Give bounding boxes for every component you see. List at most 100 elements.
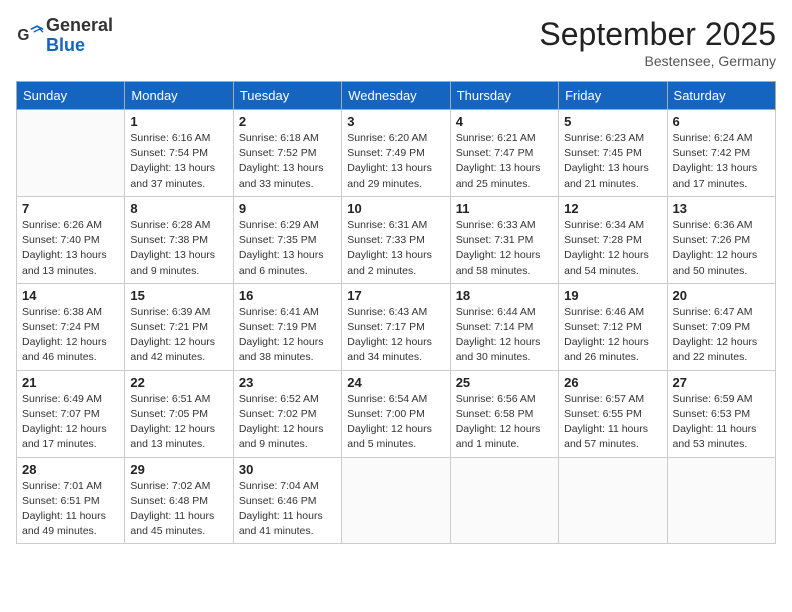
calendar-day-cell: 19Sunrise: 6:46 AMSunset: 7:12 PMDayligh…	[559, 283, 667, 370]
day-of-week-header: Monday	[125, 82, 233, 110]
day-details: Sunrise: 6:47 AMSunset: 7:09 PMDaylight:…	[673, 305, 770, 366]
day-details: Sunrise: 6:43 AMSunset: 7:17 PMDaylight:…	[347, 305, 444, 366]
calendar-day-cell: 30 Sunrise: 7:04 AMSunset: 6:46 PMDayligh…	[233, 457, 341, 544]
day-number: 17	[347, 288, 444, 303]
calendar-day-cell: 29 Sunrise: 7:02 AMSunset: 6:48 PMDayligh…	[125, 457, 233, 544]
day-number: 7	[22, 201, 119, 216]
day-details: Sunrise: 6:49 AMSunset: 7:07 PMDaylight:…	[22, 392, 119, 453]
calendar-day-cell: 10 Sunrise: 6:31 AMSunset: 7:33 PMDayligh…	[342, 196, 450, 283]
day-details: Sunrise: 6:29 AMSunset: 7:35 PMDaylight:…	[239, 218, 336, 279]
day-number: 5	[564, 114, 661, 129]
day-details: Sunrise: 6:39 AMSunset: 7:21 PMDaylight:…	[130, 305, 227, 366]
calendar-day-cell: 14Sunrise: 6:38 AMSunset: 7:24 PMDayligh…	[17, 283, 125, 370]
calendar-day-cell: 17 Sunrise: 6:43 AMSunset: 7:17 PMDayligh…	[342, 283, 450, 370]
day-details: Sunrise: 6:38 AMSunset: 7:24 PMDaylight:…	[22, 305, 119, 366]
day-details: Sunrise: 6:31 AMSunset: 7:33 PMDaylight:…	[347, 218, 444, 279]
calendar-header-row: SundayMondayTuesdayWednesdayThursdayFrid…	[17, 82, 776, 110]
location-subtitle: Bestensee, Germany	[539, 53, 776, 69]
day-number: 28	[22, 462, 119, 477]
calendar-day-cell: 22 Sunrise: 6:51 AMSunset: 7:05 PMDayligh…	[125, 370, 233, 457]
day-details: Sunrise: 6:51 AMSunset: 7:05 PMDaylight:…	[130, 392, 227, 453]
day-details: Sunrise: 6:26 AMSunset: 7:40 PMDaylight:…	[22, 218, 119, 279]
calendar-day-cell: 15 Sunrise: 6:39 AMSunset: 7:21 PMDayligh…	[125, 283, 233, 370]
day-details: Sunrise: 6:54 AMSunset: 7:00 PMDaylight:…	[347, 392, 444, 453]
day-number: 21	[22, 375, 119, 390]
calendar-week-row: 1Sunrise: 6:16 AMSunset: 7:54 PMDaylight…	[17, 110, 776, 197]
day-details: Sunrise: 6:46 AMSunset: 7:12 PMDaylight:…	[564, 305, 661, 366]
calendar-week-row: 21 Sunrise: 6:49 AMSunset: 7:07 PMDayligh…	[17, 370, 776, 457]
day-details: Sunrise: 6:52 AMSunset: 7:02 PMDaylight:…	[239, 392, 336, 453]
calendar-day-cell: 12 Sunrise: 6:34 AMSunset: 7:28 PMDayligh…	[559, 196, 667, 283]
calendar-day-cell: 18Sunrise: 6:44 AMSunset: 7:14 PMDayligh…	[450, 283, 558, 370]
day-number: 16	[239, 288, 336, 303]
calendar-day-cell: 2 Sunrise: 6:18 AMSunset: 7:52 PMDaylight…	[233, 110, 341, 197]
day-details: Sunrise: 6:56 AMSunset: 6:58 PMDaylight:…	[456, 392, 553, 453]
calendar-table: SundayMondayTuesdayWednesdayThursdayFrid…	[16, 81, 776, 544]
day-number: 15	[130, 288, 227, 303]
calendar-day-cell: 24 Sunrise: 6:54 AMSunset: 7:00 PMDayligh…	[342, 370, 450, 457]
day-number: 22	[130, 375, 227, 390]
day-of-week-header: Tuesday	[233, 82, 341, 110]
day-number: 6	[673, 114, 770, 129]
day-number: 25	[456, 375, 553, 390]
calendar-day-cell: 13 Sunrise: 6:36 AMSunset: 7:26 PMDayligh…	[667, 196, 775, 283]
logo-icon: G	[16, 22, 44, 50]
calendar-week-row: 7 Sunrise: 6:26 AMSunset: 7:40 PMDaylight…	[17, 196, 776, 283]
day-number: 24	[347, 375, 444, 390]
calendar-day-cell: 3Sunrise: 6:20 AMSunset: 7:49 PMDaylight…	[342, 110, 450, 197]
calendar-day-cell: 8 Sunrise: 6:28 AMSunset: 7:38 PMDaylight…	[125, 196, 233, 283]
day-details: Sunrise: 6:20 AMSunset: 7:49 PMDaylight:…	[347, 131, 444, 192]
day-number: 12	[564, 201, 661, 216]
calendar-day-cell: 21 Sunrise: 6:49 AMSunset: 7:07 PMDayligh…	[17, 370, 125, 457]
day-of-week-header: Thursday	[450, 82, 558, 110]
logo-general: General	[46, 16, 113, 36]
day-details: Sunrise: 7:04 AMSunset: 6:46 PMDaylight:…	[239, 479, 336, 540]
day-details: Sunrise: 7:01 AMSunset: 6:51 PMDaylight:…	[22, 479, 119, 540]
day-number: 11	[456, 201, 553, 216]
calendar-day-cell: 6Sunrise: 6:24 AMSunset: 7:42 PMDaylight…	[667, 110, 775, 197]
calendar-day-cell: 20 Sunrise: 6:47 AMSunset: 7:09 PMDayligh…	[667, 283, 775, 370]
day-details: Sunrise: 6:21 AMSunset: 7:47 PMDaylight:…	[456, 131, 553, 192]
day-number: 2	[239, 114, 336, 129]
day-details: Sunrise: 6:41 AMSunset: 7:19 PMDaylight:…	[239, 305, 336, 366]
day-details: Sunrise: 7:02 AMSunset: 6:48 PMDaylight:…	[130, 479, 227, 540]
logo-blue: Blue	[46, 36, 113, 56]
calendar-day-cell: 4 Sunrise: 6:21 AMSunset: 7:47 PMDaylight…	[450, 110, 558, 197]
day-of-week-header: Friday	[559, 82, 667, 110]
day-of-week-header: Saturday	[667, 82, 775, 110]
calendar-day-cell	[450, 457, 558, 544]
day-details: Sunrise: 6:34 AMSunset: 7:28 PMDaylight:…	[564, 218, 661, 279]
day-details: Sunrise: 6:18 AMSunset: 7:52 PMDaylight:…	[239, 131, 336, 192]
day-number: 30	[239, 462, 336, 477]
day-details: Sunrise: 6:23 AMSunset: 7:45 PMDaylight:…	[564, 131, 661, 192]
day-number: 9	[239, 201, 336, 216]
day-details: Sunrise: 6:36 AMSunset: 7:26 PMDaylight:…	[673, 218, 770, 279]
day-number: 18	[456, 288, 553, 303]
calendar-day-cell	[17, 110, 125, 197]
calendar-day-cell: 1Sunrise: 6:16 AMSunset: 7:54 PMDaylight…	[125, 110, 233, 197]
day-number: 29	[130, 462, 227, 477]
day-number: 23	[239, 375, 336, 390]
day-of-week-header: Wednesday	[342, 82, 450, 110]
month-title: September 2025	[539, 16, 776, 53]
day-number: 4	[456, 114, 553, 129]
day-number: 13	[673, 201, 770, 216]
day-number: 8	[130, 201, 227, 216]
calendar-day-cell	[342, 457, 450, 544]
calendar-day-cell: 25 Sunrise: 6:56 AMSunset: 6:58 PMDayligh…	[450, 370, 558, 457]
day-details: Sunrise: 6:16 AMSunset: 7:54 PMDaylight:…	[130, 131, 227, 192]
page-header: G General Blue September 2025 Bestensee,…	[16, 16, 776, 69]
calendar-day-cell: 5 Sunrise: 6:23 AMSunset: 7:45 PMDaylight…	[559, 110, 667, 197]
calendar-day-cell	[667, 457, 775, 544]
calendar-day-cell: 27Sunrise: 6:59 AMSunset: 6:53 PMDayligh…	[667, 370, 775, 457]
calendar-day-cell: 23 Sunrise: 6:52 AMSunset: 7:02 PMDayligh…	[233, 370, 341, 457]
day-number: 27	[673, 375, 770, 390]
calendar-day-cell: 11Sunrise: 6:33 AMSunset: 7:31 PMDayligh…	[450, 196, 558, 283]
day-number: 10	[347, 201, 444, 216]
calendar-week-row: 28 Sunrise: 7:01 AMSunset: 6:51 PMDayligh…	[17, 457, 776, 544]
day-details: Sunrise: 6:28 AMSunset: 7:38 PMDaylight:…	[130, 218, 227, 279]
calendar-day-cell: 9 Sunrise: 6:29 AMSunset: 7:35 PMDaylight…	[233, 196, 341, 283]
day-number: 26	[564, 375, 661, 390]
day-number: 20	[673, 288, 770, 303]
calendar-day-cell: 28 Sunrise: 7:01 AMSunset: 6:51 PMDayligh…	[17, 457, 125, 544]
